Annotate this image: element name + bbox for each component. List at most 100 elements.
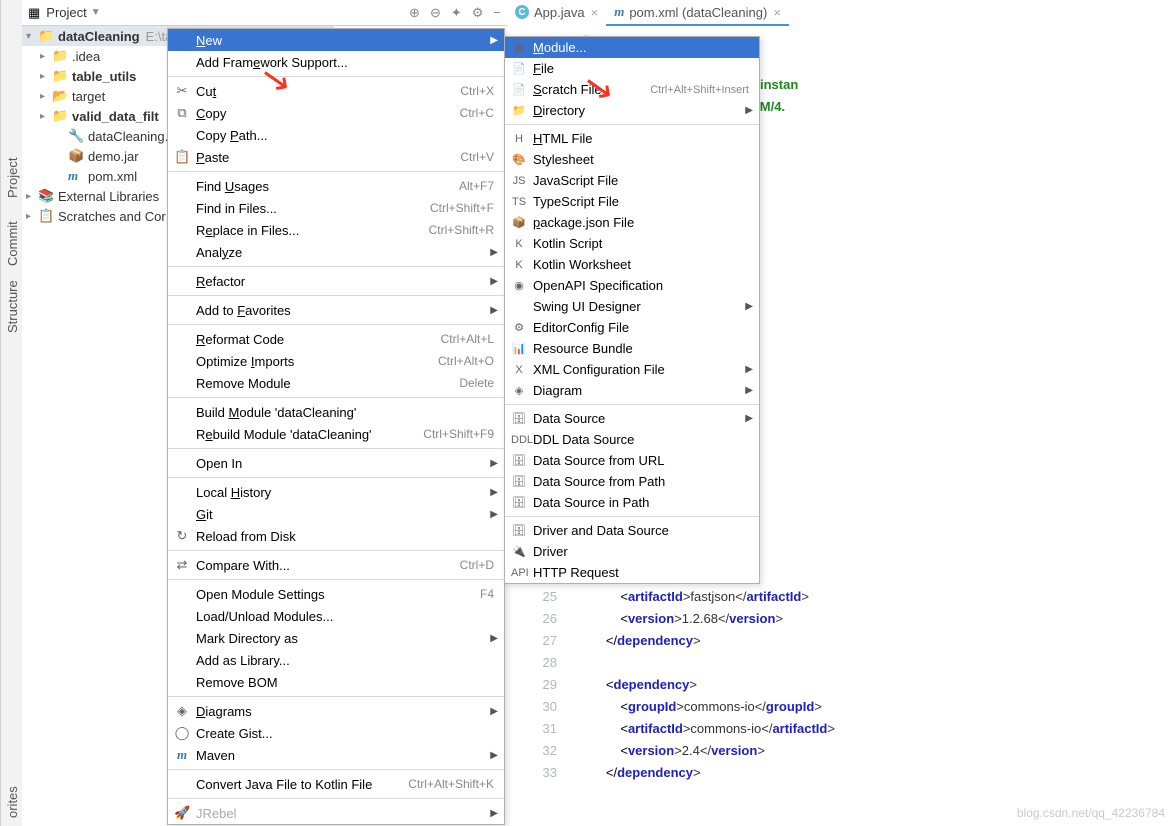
tree-arrow-icon[interactable]: ▸ — [26, 211, 38, 222]
menu-item[interactable]: Reformat CodeCtrl+Alt+L — [168, 328, 504, 350]
menu-item[interactable]: Find in Files...Ctrl+Shift+F — [168, 197, 504, 219]
tab-close-icon[interactable]: × — [591, 5, 599, 20]
menu-item[interactable]: Analyze▶ — [168, 241, 504, 263]
menu-item[interactable]: Add to Favorites▶ — [168, 299, 504, 321]
menu-item[interactable]: ◯Create Gist... — [168, 722, 504, 744]
menu-item[interactable]: HHTML File — [505, 128, 759, 149]
menu-item[interactable]: 🗄Data Source from URL — [505, 450, 759, 471]
menu-item[interactable]: 📦package.json File — [505, 212, 759, 233]
menu-item[interactable]: APIHTTP Request — [505, 562, 759, 583]
menu-item[interactable]: ⧉CopyCtrl+C — [168, 102, 504, 124]
sidebar-structure[interactable]: Structure — [5, 280, 20, 333]
submenu-arrow-icon: ▶ — [490, 247, 498, 258]
menu-item[interactable]: Refactor▶ — [168, 270, 504, 292]
toolbar-action[interactable]: ⊕ — [409, 5, 420, 21]
menu-item[interactable]: JSJavaScript File — [505, 170, 759, 191]
menu-item[interactable]: ⇄Compare With...Ctrl+D — [168, 554, 504, 576]
menu-item[interactable]: Build Module 'dataCleaning' — [168, 401, 504, 423]
menu-item[interactable]: Rebuild Module 'dataCleaning'Ctrl+Shift+… — [168, 423, 504, 445]
menu-item[interactable]: Open In▶ — [168, 452, 504, 474]
menu-item[interactable]: ✂CutCtrl+X — [168, 80, 504, 102]
line-number: 31 — [507, 718, 557, 740]
tree-item-label: .idea — [72, 49, 100, 64]
menu-item[interactable]: TS TypeScript File — [505, 191, 759, 212]
menu-item[interactable]: ◈Diagrams▶ — [168, 700, 504, 722]
menu-item[interactable]: 📋PasteCtrl+V — [168, 146, 504, 168]
menu-item[interactable]: 📄Scratch FileCtrl+Alt+Shift+Insert — [505, 79, 759, 100]
tree-arrow-icon[interactable]: ▸ — [40, 71, 52, 82]
menu-separator — [168, 550, 504, 551]
menu-item[interactable]: Open Module SettingsF4 — [168, 583, 504, 605]
menu-item[interactable]: ▦Module... — [505, 37, 759, 58]
menu-item[interactable]: Convert Java File to Kotlin FileCtrl+Alt… — [168, 773, 504, 795]
menu-item[interactable]: 🚀JRebel▶ — [168, 802, 504, 824]
menu-item[interactable]: Optimize ImportsCtrl+Alt+O — [168, 350, 504, 372]
menu-item[interactable]: ◈Diagram▶ — [505, 380, 759, 401]
menu-item[interactable]: Remove BOM — [168, 671, 504, 693]
menu-item-label: Driver — [533, 544, 568, 559]
toolbar-action[interactable]: ✦ — [451, 5, 462, 21]
watermark: blog.csdn.net/qq_42236784 — [1017, 806, 1165, 820]
menu-item-label: Swing UI Designer — [533, 299, 641, 314]
menu-item[interactable]: XXML Configuration File▶ — [505, 359, 759, 380]
tree-arrow-icon[interactable]: ▸ — [40, 111, 52, 122]
menu-item[interactable]: ↻Reload from Disk — [168, 525, 504, 547]
toolbar-action[interactable]: ⚙ — [472, 5, 484, 21]
tree-item-label: dataCleaning.ir — [88, 129, 175, 144]
tree-arrow-icon[interactable]: ▾ — [26, 31, 38, 42]
menu-shortcut: Ctrl+Alt+O — [438, 354, 494, 368]
menu-item[interactable]: 📊Resource Bundle — [505, 338, 759, 359]
menu-item[interactable]: KKotlin Script — [505, 233, 759, 254]
menu-item-label: Find in Files... — [196, 201, 277, 216]
menu-item[interactable]: Local History▶ — [168, 481, 504, 503]
menu-item[interactable]: 🗄Data Source in Path — [505, 492, 759, 513]
project-label[interactable]: Project — [46, 5, 86, 20]
sidebar-commit[interactable]: Commit — [5, 221, 20, 266]
menu-item[interactable]: mMaven▶ — [168, 744, 504, 766]
menu-item-label: Compare With... — [196, 558, 290, 573]
toolbar-action[interactable]: ⊖ — [430, 5, 441, 21]
editor-tab[interactable]: CApp.java× — [507, 0, 606, 26]
menu-item-label: Reformat Code — [196, 332, 284, 347]
menu-item[interactable]: 🗄Data Source from Path — [505, 471, 759, 492]
menu-item[interactable]: Copy Path... — [168, 124, 504, 146]
menu-item-label: JRebel — [196, 806, 236, 821]
editor-tabs: CApp.java×mpom.xml (dataCleaning)× — [507, 0, 789, 26]
tree-arrow-icon[interactable]: ▸ — [40, 91, 52, 102]
menu-separator — [168, 397, 504, 398]
menu-item[interactable]: Swing UI Designer▶ — [505, 296, 759, 317]
tab-close-icon[interactable]: × — [773, 5, 781, 20]
menu-item-label: TypeScript File — [533, 194, 619, 209]
menu-item[interactable]: Replace in Files...Ctrl+Shift+R — [168, 219, 504, 241]
menu-item[interactable]: New▶ — [168, 29, 504, 51]
menu-shortcut: Ctrl+Shift+F9 — [423, 427, 494, 441]
menu-item[interactable]: 📁Directory▶ — [505, 100, 759, 121]
menu-item[interactable]: Add Framework Support... — [168, 51, 504, 73]
menu-item[interactable]: 🗄Data Source▶ — [505, 408, 759, 429]
menu-item[interactable]: ◉OpenAPI Specification — [505, 275, 759, 296]
editor-tab[interactable]: mpom.xml (dataCleaning)× — [606, 0, 789, 26]
sidebar-project[interactable]: Project — [5, 157, 20, 197]
tree-arrow-icon[interactable]: ▸ — [40, 51, 52, 62]
menu-item-icon: TS — [511, 196, 527, 208]
project-dropdown-icon[interactable]: ▼ — [91, 7, 101, 18]
menu-item-label: Local History — [196, 485, 271, 500]
menu-item[interactable]: ⚙EditorConfig File — [505, 317, 759, 338]
menu-item[interactable]: Mark Directory as▶ — [168, 627, 504, 649]
menu-item-label: Driver and Data Source — [533, 523, 669, 538]
menu-shortcut: Ctrl+Alt+Shift+K — [408, 777, 494, 791]
menu-item[interactable]: Find UsagesAlt+F7 — [168, 175, 504, 197]
menu-item[interactable]: 🗄Driver and Data Source — [505, 520, 759, 541]
menu-item[interactable]: Load/Unload Modules... — [168, 605, 504, 627]
tree-arrow-icon[interactable]: ▸ — [26, 191, 38, 202]
menu-item[interactable]: Add as Library... — [168, 649, 504, 671]
menu-item[interactable]: KKotlin Worksheet — [505, 254, 759, 275]
menu-item[interactable]: 🎨Stylesheet — [505, 149, 759, 170]
menu-item[interactable]: Git▶ — [168, 503, 504, 525]
menu-item[interactable]: Remove ModuleDelete — [168, 372, 504, 394]
menu-item[interactable]: DDLDDL Data Source — [505, 429, 759, 450]
sidebar-favorites[interactable]: orites — [5, 786, 20, 818]
toolbar-action[interactable]: − — [493, 5, 501, 21]
menu-item[interactable]: 🔌Driver — [505, 541, 759, 562]
menu-item[interactable]: 📄File — [505, 58, 759, 79]
